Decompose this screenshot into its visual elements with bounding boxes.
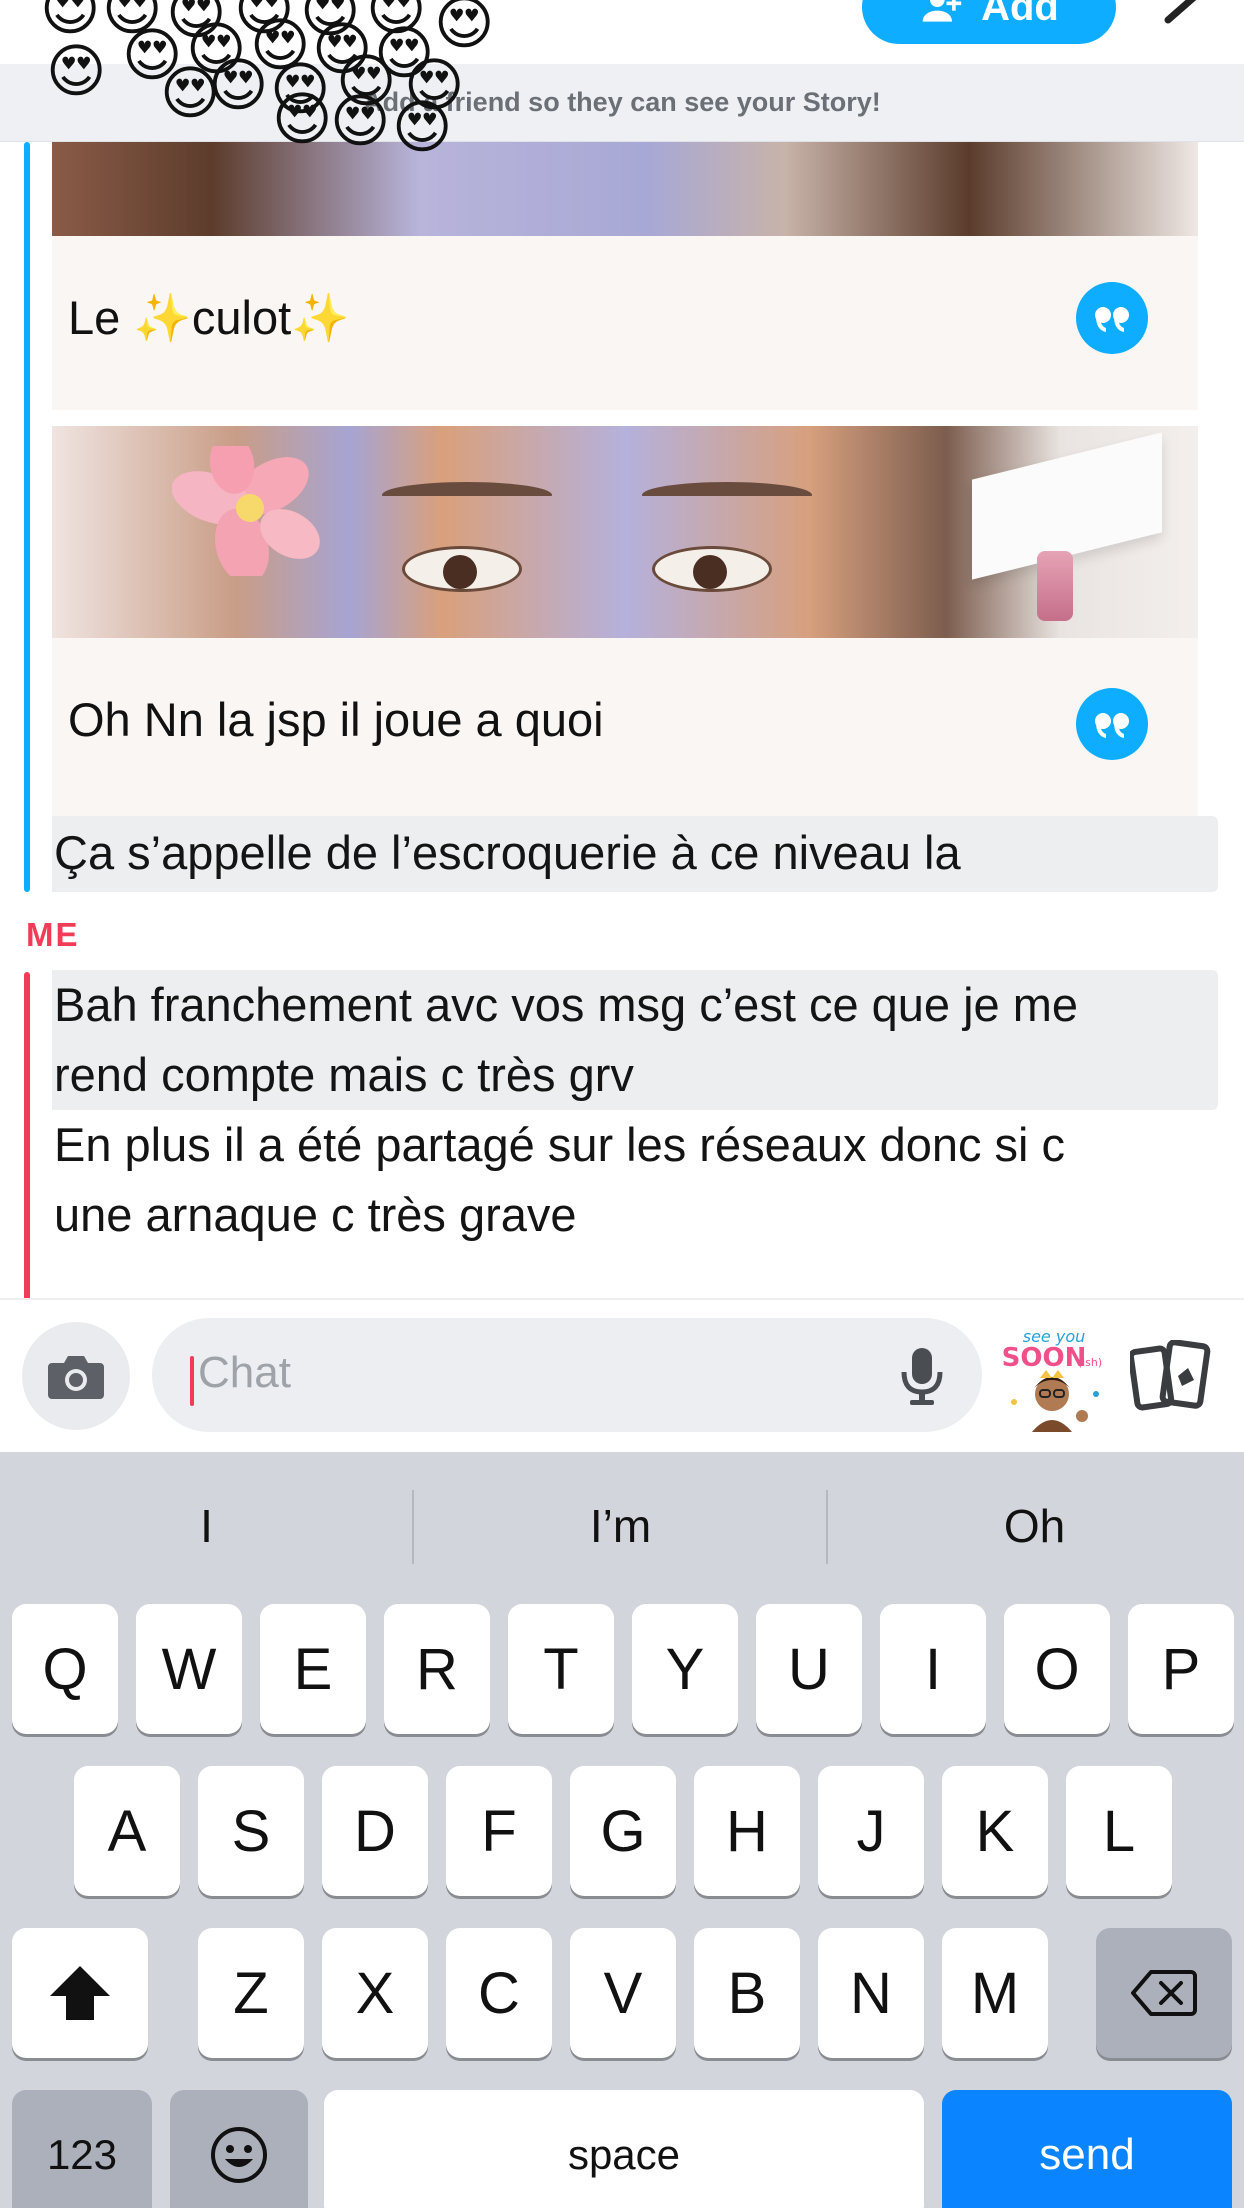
add-friend-button[interactable]: Add bbox=[862, 0, 1116, 44]
key-h[interactable]: H bbox=[694, 1766, 800, 1896]
eyebrow bbox=[642, 482, 812, 508]
emoji-sticker-overlay: 😍 😍 😍 😍 😍 😍 😍 😍 😍 😍 😍 😍 😍 😍 😍 😍 😍 😍 😍 😍 … bbox=[40, 0, 495, 161]
camera-button[interactable] bbox=[22, 1322, 130, 1430]
key-n[interactable]: N bbox=[818, 1928, 924, 2058]
key-v[interactable]: V bbox=[570, 1928, 676, 2058]
perfume-bottle bbox=[1037, 551, 1073, 621]
key-t[interactable]: T bbox=[508, 1604, 614, 1734]
camera-icon bbox=[48, 1356, 104, 1399]
friend-message[interactable]: Ça s’appelle de l’escroquerie à ce nivea… bbox=[54, 818, 961, 888]
sender-label-me: ME bbox=[26, 916, 80, 953]
key-l[interactable]: L bbox=[1066, 1766, 1172, 1896]
quote-caption: Le ✨culot✨ bbox=[68, 291, 350, 344]
suggestion-3[interactable]: Oh bbox=[828, 1452, 1241, 1600]
key-y[interactable]: Y bbox=[632, 1604, 738, 1734]
key-g[interactable]: G bbox=[570, 1766, 676, 1896]
key-f[interactable]: F bbox=[446, 1766, 552, 1896]
numbers-key[interactable]: 123 bbox=[12, 2090, 152, 2208]
add-friend-label: Add bbox=[981, 0, 1059, 29]
key-b[interactable]: B bbox=[694, 1928, 800, 2058]
key-d[interactable]: D bbox=[322, 1766, 428, 1896]
message-line: En plus il a été partagé sur les réseaux… bbox=[54, 1118, 1066, 1171]
cards-icon[interactable] bbox=[1130, 1340, 1212, 1412]
svg-text:(ish): (ish) bbox=[1078, 1356, 1102, 1369]
key-i[interactable]: I bbox=[880, 1604, 986, 1734]
emoji-key[interactable] bbox=[170, 2090, 308, 2208]
suggestion-2[interactable]: I’m bbox=[414, 1452, 827, 1600]
add-friend-icon bbox=[922, 0, 962, 22]
quote-caption: Oh Nn la jsp il joue a quoi bbox=[68, 693, 604, 746]
emoji-icon bbox=[211, 2127, 267, 2183]
caption-area: Oh Nn la jsp il joue a quoi bbox=[52, 638, 1198, 816]
chevron-icon[interactable] bbox=[1160, 0, 1210, 30]
message-line: une arnaque c très grave bbox=[54, 1188, 577, 1241]
eye bbox=[402, 546, 522, 592]
chat-input-bar: Chat see you SOON (ish) bbox=[0, 1300, 1244, 1452]
key-a[interactable]: A bbox=[74, 1766, 180, 1896]
message-line: Bah franchement avc vos msg c’est ce que… bbox=[54, 978, 1079, 1031]
quote-reply-button[interactable] bbox=[1076, 282, 1148, 354]
me-message-bar bbox=[24, 972, 30, 1300]
text-caret bbox=[190, 1356, 194, 1406]
me-message[interactable]: En plus il a été partagé sur les réseaux… bbox=[54, 1110, 1065, 1250]
key-x[interactable]: X bbox=[322, 1928, 428, 2058]
chat-placeholder: Chat bbox=[198, 1348, 291, 1397]
microphone-icon[interactable] bbox=[894, 1346, 950, 1406]
friend-message-bar bbox=[24, 142, 30, 892]
send-key[interactable]: send bbox=[942, 2090, 1232, 2208]
key-q[interactable]: Q bbox=[12, 1604, 118, 1734]
key-m[interactable]: M bbox=[942, 1928, 1048, 2058]
backspace-icon bbox=[1131, 1970, 1197, 2016]
eyebrow bbox=[382, 482, 552, 508]
key-z[interactable]: Z bbox=[198, 1928, 304, 2058]
caption-area: Le ✨culot✨ bbox=[52, 236, 1198, 410]
story-reply-quote[interactable]: Oh Nn la jsp il joue a quoi bbox=[52, 426, 1198, 816]
me-message[interactable]: Bah franchement avc vos msg c’est ce que… bbox=[54, 970, 1078, 1110]
backspace-key[interactable] bbox=[1096, 1928, 1232, 2058]
space-key[interactable]: space bbox=[324, 2090, 924, 2208]
key-e[interactable]: E bbox=[260, 1604, 366, 1734]
keyboard: I I’m Oh Q W E R T Y U I O P A S D F G H… bbox=[0, 1452, 1244, 2208]
key-u[interactable]: U bbox=[756, 1604, 862, 1734]
key-w[interactable]: W bbox=[136, 1604, 242, 1734]
chat-input[interactable]: Chat bbox=[152, 1318, 982, 1432]
key-o[interactable]: O bbox=[1004, 1604, 1110, 1734]
key-j[interactable]: J bbox=[818, 1766, 924, 1896]
key-p[interactable]: P bbox=[1128, 1604, 1234, 1734]
flower-icon bbox=[172, 446, 320, 576]
key-c[interactable]: C bbox=[446, 1928, 552, 2058]
quote-reply-button[interactable] bbox=[1076, 688, 1148, 760]
shift-icon bbox=[50, 1966, 110, 2020]
key-s[interactable]: S bbox=[198, 1766, 304, 1896]
story-reply-quote[interactable]: Le ✨culot✨ bbox=[52, 142, 1198, 410]
quote-reply-icon bbox=[1095, 307, 1129, 332]
eye bbox=[652, 546, 772, 592]
bitmoji-sticker-icon[interactable]: see you SOON (ish) bbox=[1002, 1324, 1108, 1434]
suggestion-1[interactable]: I bbox=[0, 1452, 413, 1600]
key-k[interactable]: K bbox=[942, 1766, 1048, 1896]
shift-key[interactable] bbox=[12, 1928, 148, 2058]
svg-text:SOON: SOON bbox=[1002, 1343, 1086, 1373]
chat-messages[interactable]: Le ✨culot✨ Oh Nn la jsp il joue a quoi Ç… bbox=[0, 142, 1244, 1300]
story-photo bbox=[52, 426, 1198, 638]
quote-reply-icon bbox=[1095, 713, 1129, 738]
key-r[interactable]: R bbox=[384, 1604, 490, 1734]
message-line: rend compte mais c très grv bbox=[54, 1048, 634, 1101]
